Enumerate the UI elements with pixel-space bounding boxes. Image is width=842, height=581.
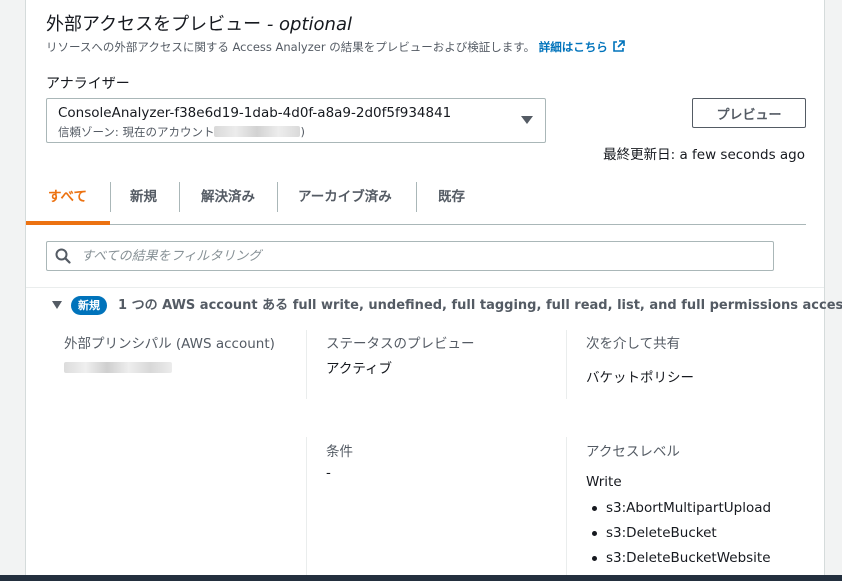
status-preview-label: ステータスのプレビュー [326,336,475,352]
shared-via-value: バケットポリシー [586,370,694,386]
trust-zone-text: 信頼ゾーン: 現在のアカウント) [58,125,305,139]
last-updated: 最終更新日: a few seconds ago [603,147,805,163]
list-item: s3:DeleteBucketWebsite [588,550,771,575]
analyzer-selected-value: ConsoleAnalyzer-f38e6d19-1dab-4d0f-a8a9-… [58,105,452,121]
column-divider [566,437,567,577]
filter-input[interactable] [81,246,761,266]
column-divider [306,330,307,399]
divider [26,287,824,288]
redacted-principal [64,362,172,373]
condition-label: 条件 [326,444,353,460]
status-preview-value: アクティブ [326,361,393,377]
tab-resolved[interactable]: 解決済み [201,182,255,212]
analyzer-label: アナライザー [46,76,130,92]
tab-archived[interactable]: アーカイブ済み [298,182,392,212]
status-badge: 新規 [71,296,107,315]
console-footer-bar [0,575,842,581]
access-level-label: アクセスレベル [586,444,680,460]
section-description: リソースへの外部アクセスに関する Access Analyzer の結果をプレビ… [46,39,625,55]
preview-external-access-panel: 外部アクセスをプレビュー - optional リソースへの外部アクセスに関する… [25,0,842,581]
access-level-value: Write [586,474,622,490]
tab-divider [416,182,417,212]
filter-search[interactable] [46,241,774,271]
tab-all[interactable]: すべて [48,182,87,212]
tab-new[interactable]: 新規 [130,182,157,212]
dropdown-caret-icon [521,116,533,124]
condition-value: - [326,465,331,481]
active-tab-indicator [26,221,110,225]
expand-caret-icon[interactable] [52,301,62,309]
preview-button[interactable]: プレビュー [692,98,806,128]
search-icon [55,248,71,264]
learn-more-link[interactable]: 詳細はこちら [539,40,625,54]
column-divider [566,330,567,399]
permissions-list: s3:AbortMultipartUpload s3:DeleteBucket … [588,500,771,575]
tab-divider [277,182,278,212]
list-item: s3:AbortMultipartUpload [588,500,771,525]
external-principal-label: 外部プリンシパル (AWS account) [64,336,275,352]
redacted-account-id [214,126,301,137]
list-item: s3:DeleteBucket [588,525,771,550]
section-title: 外部アクセスをプレビュー - optional [46,14,352,35]
tab-divider [110,182,111,212]
tab-divider [179,182,180,212]
external-link-icon [612,40,625,52]
analyzer-select[interactable]: ConsoleAnalyzer-f38e6d19-1dab-4d0f-a8a9-… [46,98,546,143]
shared-via-label: 次を介して共有 [586,336,681,352]
optional-label: - optional [261,14,352,35]
finding-summary: 1 つの AWS account ある full write, undefine… [118,298,842,313]
column-divider [306,437,307,577]
tab-existing[interactable]: 既存 [438,182,465,212]
findings-tabs: すべて 新規 解決済み アーカイブ済み 既存 [26,172,806,225]
